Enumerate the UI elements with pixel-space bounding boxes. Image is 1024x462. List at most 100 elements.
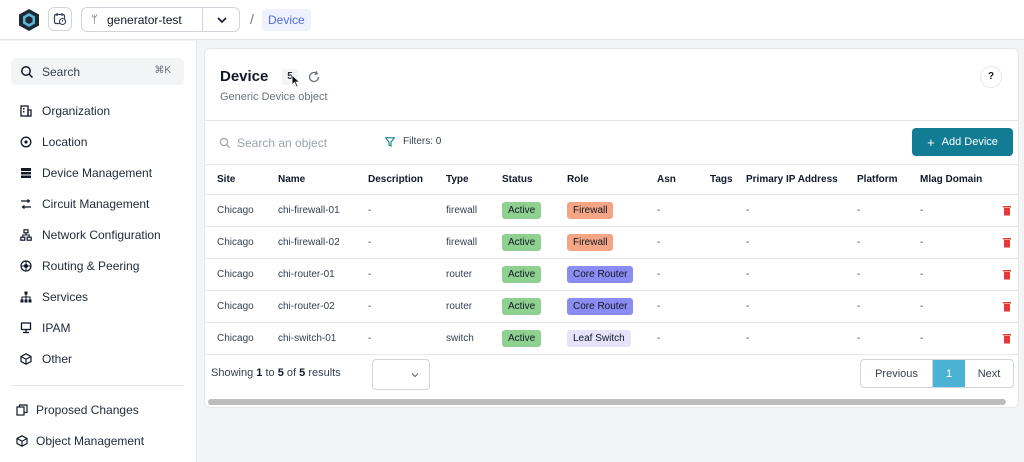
filter-icon xyxy=(385,136,395,147)
table-header-row: Site Name Description Type Status Role A… xyxy=(205,164,1018,195)
status-badge: Active xyxy=(502,234,542,251)
sidebar-item-object-management[interactable]: Object Management xyxy=(16,431,144,451)
document-copy-icon xyxy=(16,404,28,416)
sidebar-item-network-configuration[interactable]: Network Configuration xyxy=(20,225,161,245)
to-word: to xyxy=(265,367,275,379)
status-badge: Active xyxy=(502,202,542,219)
column-header-status[interactable]: Status xyxy=(502,164,567,195)
column-header-tags[interactable]: Tags xyxy=(710,164,746,195)
trash-icon[interactable] xyxy=(1002,237,1012,248)
help-button[interactable]: ? xyxy=(980,66,1002,88)
filters-button[interactable]: Filters: 0 xyxy=(385,136,441,147)
trash-icon[interactable] xyxy=(1002,269,1012,280)
table-row[interactable]: Chicago chi-router-02 - router Active Co… xyxy=(205,290,1018,323)
sidebar-item-routing-peering[interactable]: Routing & Peering xyxy=(20,256,139,276)
cell-description: - xyxy=(368,194,446,227)
sidebar-item-label: Network Configuration xyxy=(42,228,161,242)
location-pin-icon xyxy=(20,136,32,148)
refresh-icon[interactable] xyxy=(307,70,321,84)
results-to: 5 xyxy=(277,367,284,379)
object-search-input[interactable]: Search an object xyxy=(219,136,327,150)
cell-primary-ip: - xyxy=(746,226,857,259)
sidebar-item-label: Location xyxy=(42,135,88,149)
monitor-icon xyxy=(20,322,32,334)
cube-icon xyxy=(20,353,32,365)
cell-description: - xyxy=(368,258,446,291)
branch-selector[interactable]: ᛘ generator-test xyxy=(81,7,240,32)
column-header-mlag-domain[interactable]: Mlag Domain xyxy=(920,164,1002,195)
role-badge: Core Router xyxy=(567,298,634,315)
cell-mlag-domain: - xyxy=(920,226,1002,259)
cell-status: Active xyxy=(502,226,567,259)
trash-icon[interactable] xyxy=(1002,333,1012,344)
branch-divider xyxy=(202,8,203,31)
column-header-platform[interactable]: Platform xyxy=(857,164,920,195)
column-header-site[interactable]: Site xyxy=(205,164,278,195)
cell-primary-ip: - xyxy=(746,194,857,227)
chevron-down-icon[interactable] xyxy=(214,12,230,28)
horizontal-scrollbar[interactable] xyxy=(208,399,1006,405)
column-header-asn[interactable]: Asn xyxy=(657,164,710,195)
cell-description: - xyxy=(368,226,446,259)
cell-tags xyxy=(710,290,746,323)
network-icon xyxy=(20,229,32,241)
trash-icon[interactable] xyxy=(1002,205,1012,216)
column-header-name[interactable]: Name xyxy=(278,164,368,195)
app-logo-icon[interactable] xyxy=(18,8,40,32)
cell-site: Chicago xyxy=(205,290,278,323)
cube-icon xyxy=(16,435,28,447)
sidebar-item-proposed-changes[interactable]: Proposed Changes xyxy=(16,400,139,420)
toolbar-divider xyxy=(205,120,1018,121)
cell-role: Firewall xyxy=(567,226,657,259)
trash-icon[interactable] xyxy=(1002,301,1012,312)
device-table: Site Name Description Type Status Role A… xyxy=(205,164,1018,355)
sidebar-item-location[interactable]: Location xyxy=(20,132,87,152)
cell-actions xyxy=(1002,194,1018,227)
cell-actions xyxy=(1002,226,1018,259)
column-header-role[interactable]: Role xyxy=(567,164,657,195)
next-page-button[interactable]: Next xyxy=(965,360,1013,387)
sidebar-item-other[interactable]: Other xyxy=(20,349,72,369)
cell-role: Core Router xyxy=(567,290,657,323)
cell-platform: - xyxy=(857,226,920,259)
search-icon xyxy=(219,137,231,149)
schedule-button[interactable] xyxy=(48,7,72,31)
status-badge: Active xyxy=(502,298,542,315)
cell-type: firewall xyxy=(446,194,502,227)
page-size-select[interactable] xyxy=(372,359,430,390)
cell-actions xyxy=(1002,258,1018,291)
sidebar-item-organization[interactable]: Organization xyxy=(20,101,110,121)
sidebar-item-ipam[interactable]: IPAM xyxy=(20,318,70,338)
mouse-cursor-icon xyxy=(291,74,301,88)
table-row[interactable]: Chicago chi-firewall-01 - firewall Activ… xyxy=(205,194,1018,227)
git-branch-icon: ᛘ xyxy=(91,13,98,26)
column-header-description[interactable]: Description xyxy=(368,164,446,195)
cell-role: Firewall xyxy=(567,194,657,227)
table-row[interactable]: Chicago chi-firewall-02 - firewall Activ… xyxy=(205,226,1018,259)
cell-asn: - xyxy=(657,290,710,323)
cell-platform: - xyxy=(857,322,920,355)
add-device-button[interactable]: + Add Device xyxy=(912,128,1013,156)
column-header-primary-ip[interactable]: Primary IP Address xyxy=(746,164,857,195)
table-row[interactable]: Chicago chi-switch-01 - switch Active Le… xyxy=(205,322,1018,355)
cell-asn: - xyxy=(657,258,710,291)
breadcrumb-device[interactable]: Device xyxy=(262,9,311,31)
page-1-button[interactable]: 1 xyxy=(933,360,965,387)
sidebar-item-services[interactable]: Services xyxy=(20,287,88,307)
previous-page-button[interactable]: Previous xyxy=(861,360,933,387)
results-total: 5 xyxy=(299,367,306,379)
device-list-card: Device 5 Generic Device object ? Search … xyxy=(204,48,1019,408)
table-row[interactable]: Chicago chi-router-01 - router Active Co… xyxy=(205,258,1018,291)
column-header-type[interactable]: Type xyxy=(446,164,502,195)
sidebar-search[interactable]: Search ⌘K xyxy=(11,58,184,85)
cell-site: Chicago xyxy=(205,322,278,355)
filters-label: Filters: 0 xyxy=(403,136,442,147)
sidebar-item-label: Device Management xyxy=(42,166,153,180)
sidebar-item-circuit-management[interactable]: Circuit Management xyxy=(20,194,149,214)
cell-description: - xyxy=(368,322,446,355)
cell-mlag-domain: - xyxy=(920,322,1002,355)
role-badge: Firewall xyxy=(567,202,614,219)
plus-icon: + xyxy=(927,134,935,150)
search-placeholder: Search an object xyxy=(237,136,328,150)
sidebar-item-device-management[interactable]: Device Management xyxy=(20,163,152,183)
